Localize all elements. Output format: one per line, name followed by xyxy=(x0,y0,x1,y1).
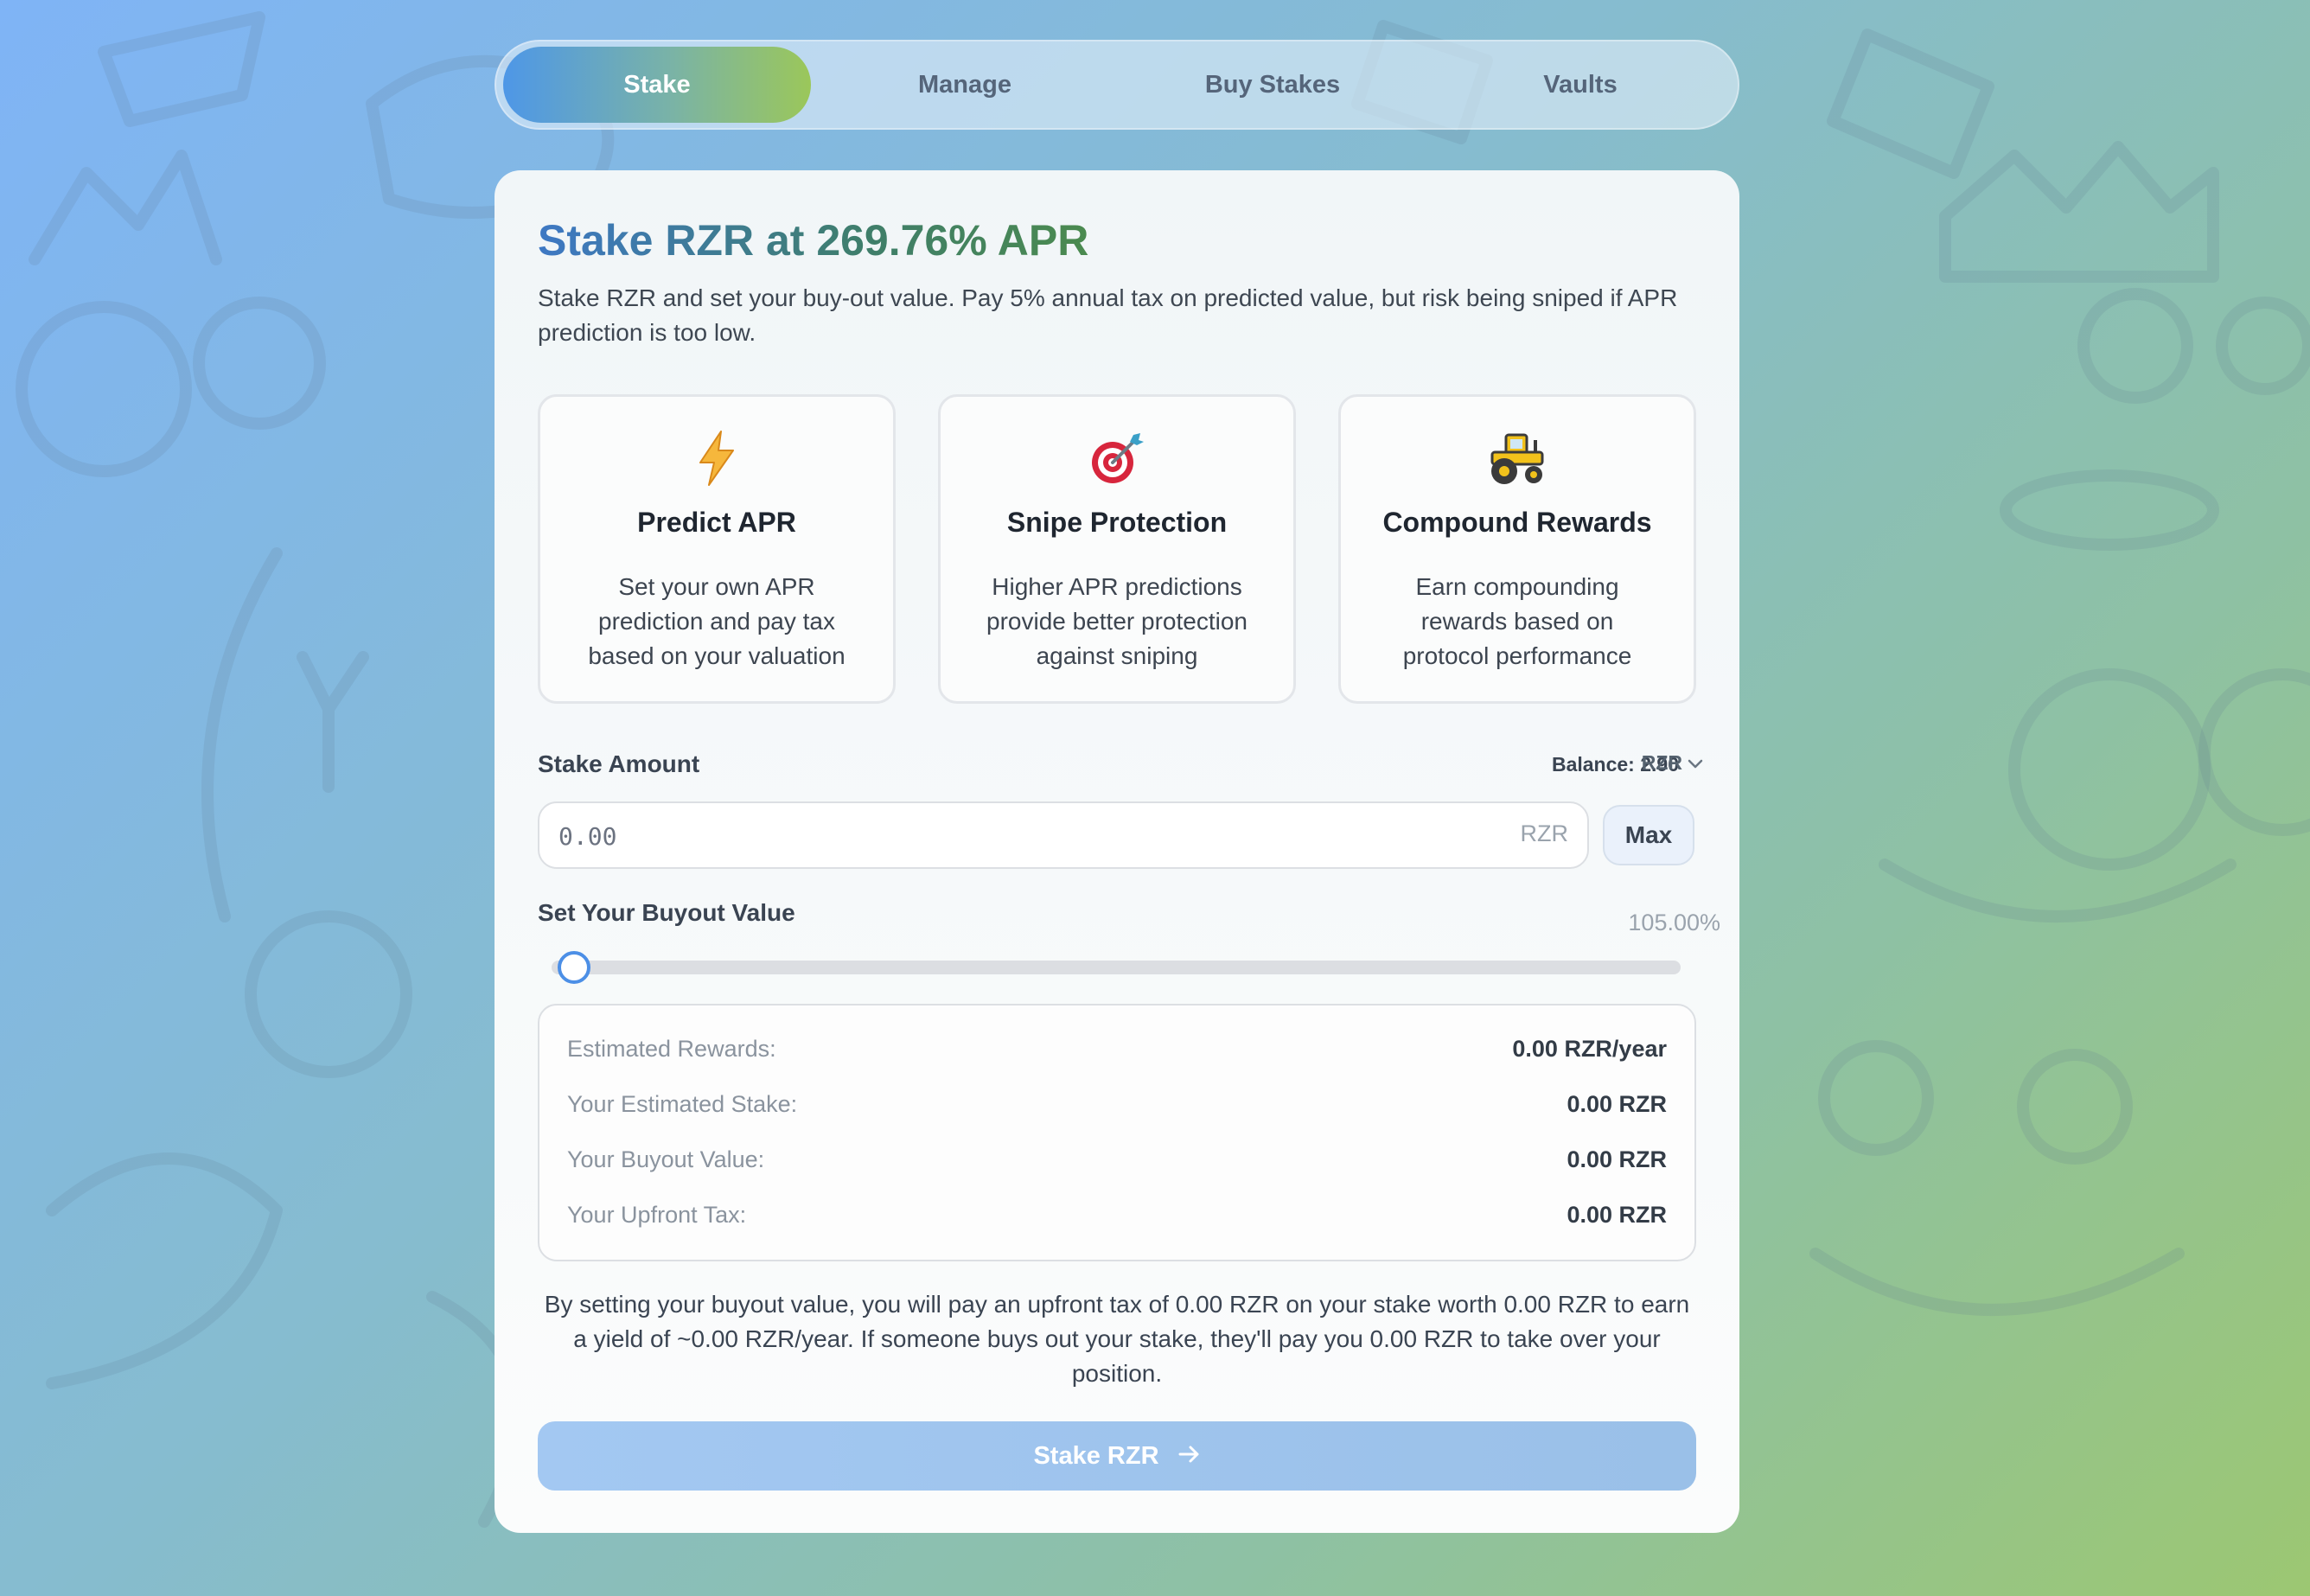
summary-row-estimated-rewards: Estimated Rewards: 0.00 RZR/year xyxy=(567,1031,1667,1066)
tractor-icon xyxy=(1341,430,1694,490)
summary-label: Your Upfront Tax: xyxy=(567,1201,747,1228)
main-tabs: Stake Manage Buy Stakes Vaults xyxy=(495,40,1739,130)
tab-stake[interactable]: Stake xyxy=(503,47,811,123)
stake-submit-label: Stake RZR xyxy=(1033,1441,1159,1470)
feature-title: Predict APR xyxy=(637,507,796,538)
feature-text: Higher APR predictions provide better pr… xyxy=(986,573,1248,669)
summary-value: 0.00 RZR/year xyxy=(1512,1035,1667,1062)
tab-vaults[interactable]: Vaults xyxy=(1426,47,1734,123)
buyout-explanation: By setting your buyout value, you will p… xyxy=(544,1291,1690,1387)
summary-label: Your Buyout Value: xyxy=(567,1146,765,1172)
chevron-down-icon xyxy=(1688,751,1703,775)
stake-submit-button[interactable]: Stake RZR xyxy=(538,1421,1696,1491)
arrow-right-icon xyxy=(1178,1442,1201,1471)
summary-value: 0.00 RZR xyxy=(1567,1146,1667,1172)
max-button[interactable]: Max xyxy=(1603,805,1694,865)
tab-buy-stakes[interactable]: Buy Stakes xyxy=(1119,47,1426,123)
stake-amount-label: Stake Amount xyxy=(538,750,700,777)
token-selector[interactable]: RZR xyxy=(1642,751,1703,775)
summary-value: 0.00 RZR xyxy=(1567,1090,1667,1117)
summary-label: Estimated Rewards: xyxy=(567,1035,776,1062)
stake-amount-field: RZR xyxy=(538,801,1589,869)
target-icon xyxy=(941,430,1293,490)
tab-manage[interactable]: Manage xyxy=(811,47,1119,123)
feature-title: Snipe Protection xyxy=(1006,507,1228,538)
summary-label: Your Estimated Stake: xyxy=(567,1090,798,1117)
buyout-slider-thumb[interactable] xyxy=(558,951,591,984)
summary-row-buyout-value: Your Buyout Value: 0.00 RZR xyxy=(567,1142,1667,1177)
feature-text: Earn compounding rewards based on protoc… xyxy=(1402,573,1632,669)
feature-card-predict-apr: Predict APR Set your own APR prediction … xyxy=(538,394,896,704)
summary-row-estimated-stake: Your Estimated Stake: 0.00 RZR xyxy=(567,1087,1667,1121)
summary-row-upfront-tax: Your Upfront Tax: 0.00 RZR xyxy=(567,1197,1667,1232)
feature-card-snipe-protection: Snipe Protection Higher APR predictions … xyxy=(938,394,1296,704)
amount-unit: RZR xyxy=(1520,820,1569,846)
buyout-value-label: Set Your Buyout Value xyxy=(538,899,795,926)
buyout-percent: 105.00% xyxy=(1628,910,1720,935)
stake-amount-input[interactable] xyxy=(557,803,1425,869)
feature-text: Set your own APR prediction and pay tax … xyxy=(588,573,846,669)
feature-card-compound-rewards: Compound Rewards Earn compounding reward… xyxy=(1338,394,1696,704)
buyout-slider-track[interactable] xyxy=(552,961,1681,974)
stake-card: Stake RZR at 269.76% APR Stake RZR and s… xyxy=(495,170,1739,1533)
page-title: Stake RZR at 269.76% APR xyxy=(538,216,1089,265)
stake-summary-panel: Estimated Rewards: 0.00 RZR/year Your Es… xyxy=(538,1004,1696,1261)
token-name: RZR xyxy=(1641,751,1682,774)
summary-value: 0.00 RZR xyxy=(1567,1201,1667,1228)
feature-title: Compound Rewards xyxy=(1382,507,1652,538)
lightning-icon xyxy=(540,430,893,490)
page-description: Stake RZR and set your buy-out value. Pa… xyxy=(538,284,1678,346)
